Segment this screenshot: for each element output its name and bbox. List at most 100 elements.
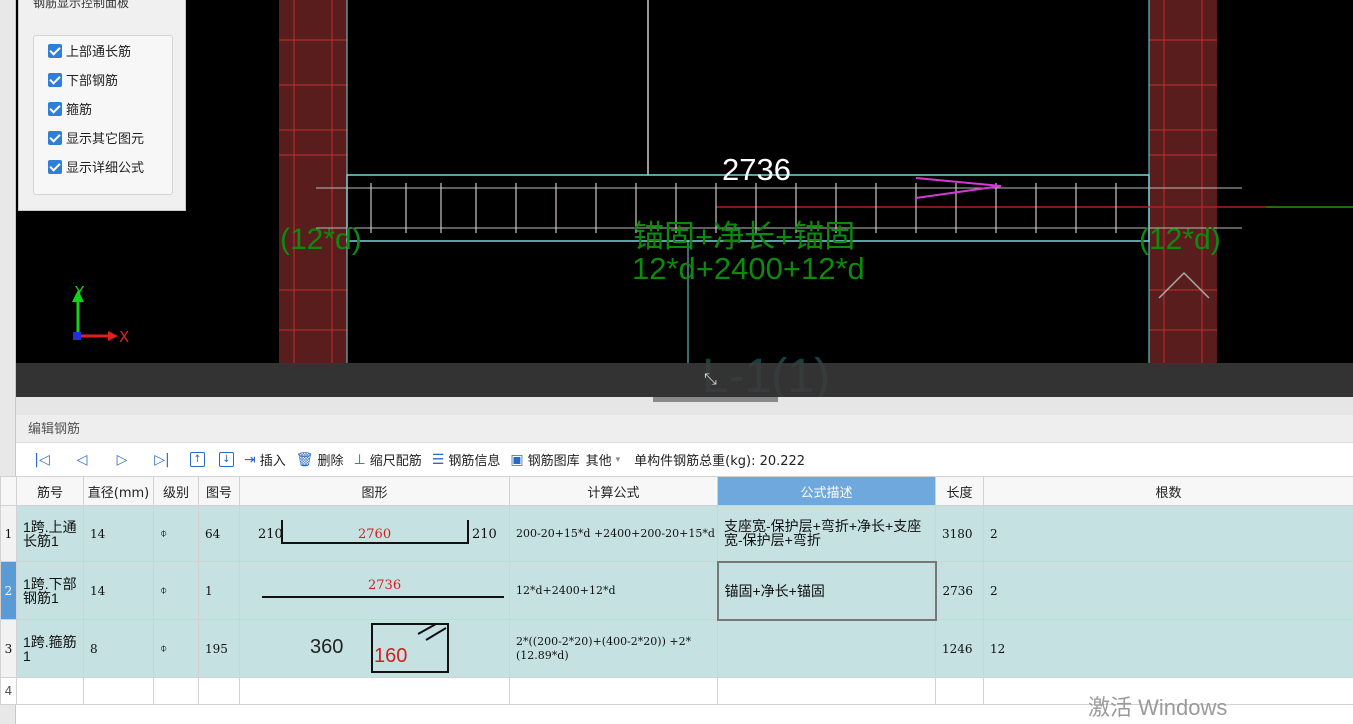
- collapse-icon[interactable]: ⤡: [704, 369, 717, 389]
- cad-drawing: Y X 2736 (12*d) (12*d) 锚固+净长+锚固 12*d+240…: [72, 0, 1353, 397]
- cell-diameter[interactable]: 8: [83, 619, 154, 678]
- first-record-icon[interactable]: |◁: [22, 452, 62, 468]
- cell-diameter[interactable]: 14: [83, 505, 154, 562]
- formula-desc-label: 锚固+净长+锚固: [633, 219, 855, 254]
- move-up-icon[interactable]: ↑: [190, 452, 205, 467]
- row-number[interactable]: 4: [0, 677, 17, 705]
- svg-text:160: 160: [374, 645, 407, 667]
- svg-text:360: 360: [310, 636, 343, 658]
- insert-button[interactable]: ⇥ 插入: [240, 450, 286, 470]
- cell-desc[interactable]: 支座宽-保护层+弯折+净长+支座宽-保护层+弯折: [717, 505, 936, 562]
- cell-figure[interactable]: 195: [198, 619, 240, 678]
- cell-count[interactable]: 12: [983, 619, 1353, 678]
- left-anchor-label: (12*d): [280, 223, 362, 256]
- col-grade[interactable]: 级别: [153, 476, 199, 506]
- svg-text:2760: 2760: [358, 527, 391, 542]
- trash-icon: 🗑: [295, 451, 314, 468]
- cell-shape[interactable]: 360 160: [239, 619, 510, 678]
- cell-desc[interactable]: [717, 619, 936, 678]
- svg-text:2736: 2736: [368, 578, 401, 593]
- shape-straight-bar: 2736: [262, 578, 504, 598]
- formula-label: 12*d+2400+12*d: [632, 251, 865, 286]
- cell-length[interactable]: 2736: [935, 561, 984, 620]
- table-row[interactable]: 2 1跨.下部钢筋1 14 ⌽ 1 2736 12*d+2400+12*d 锚固…: [0, 560, 1353, 621]
- splitter-grip[interactable]: [653, 397, 778, 402]
- cell-figure[interactable]: 1: [198, 561, 240, 620]
- axis-x-label: X: [119, 328, 129, 346]
- shape-stirrup: 360 160: [310, 623, 449, 673]
- editor-title: 编辑钢筋: [16, 415, 1353, 443]
- chevron-down-icon: ▾: [615, 454, 621, 465]
- move-down-icon[interactable]: ↓: [219, 452, 234, 467]
- option-bottom-bar[interactable]: 下部钢筋: [34, 65, 172, 94]
- cell-formula[interactable]: 2*((200-2*20)+(400-2*20)) +2*(12.89*d): [509, 619, 718, 678]
- cell-formula[interactable]: 12*d+2400+12*d: [509, 561, 718, 620]
- shape-u-bar: 210 2760 210: [258, 520, 497, 544]
- cell-grade[interactable]: ⌽: [153, 619, 199, 678]
- editor-toolbar: |◁ ◁ ▷ ▷| ↑ ↓ ⇥ 插入 🗑 删除 ⊥ 缩尺配筋 ☰ 钢筋信息 ▣ 钢筋图库 …: [16, 443, 1353, 476]
- col-number[interactable]: 筋号: [16, 476, 84, 506]
- table-row[interactable]: 3 1跨.箍筋1 8 ⌽ 195 360 160 2*((200-2*20)+(…: [0, 619, 1353, 678]
- table-header: 筋号 直径(mm) 级别 图号 图形 计算公式 公式描述 长度 根数: [0, 476, 1353, 506]
- row-number[interactable]: 1: [0, 505, 17, 562]
- cell-name[interactable]: 1跨.上通长筋1: [16, 505, 84, 562]
- splitter[interactable]: [16, 397, 1353, 415]
- cell-shape[interactable]: 2736: [239, 561, 510, 620]
- cell-shape[interactable]: 210 2760 210: [239, 505, 510, 562]
- col-diameter[interactable]: 直径(mm): [83, 476, 154, 506]
- axis-y-label: Y: [74, 283, 85, 301]
- display-control-panel: 钢筋显示控制面板 上部通长筋 下部钢筋 箍筋 显示其它图元 显示详细公式: [18, 0, 186, 211]
- cell-count[interactable]: 2: [983, 561, 1353, 620]
- col-figure[interactable]: 图号: [198, 476, 240, 506]
- cell-name[interactable]: 1跨.箍筋1: [16, 619, 84, 678]
- rebar-library-button[interactable]: ▣ 钢筋图库: [506, 450, 579, 470]
- cell-grade[interactable]: ⌽: [153, 561, 199, 620]
- cell-count[interactable]: 2: [983, 505, 1353, 562]
- delete-button[interactable]: 🗑 删除: [292, 450, 344, 470]
- option-top-bar[interactable]: 上部通长筋: [34, 36, 172, 65]
- table-row[interactable]: 1 1跨.上通长筋1 14 ⌽ 64 210 2760 210 200-20+1…: [0, 505, 1353, 562]
- cell-formula[interactable]: 200-20+15*d +2400+200-20+15*d: [509, 505, 718, 562]
- col-shape[interactable]: 图形: [239, 476, 510, 506]
- checkbox-icon[interactable]: [48, 43, 62, 58]
- col-formula[interactable]: 计算公式: [509, 476, 718, 506]
- option-show-other[interactable]: 显示其它图元: [34, 123, 172, 152]
- cad-status-bar: ⤡: [16, 363, 1353, 397]
- display-options: 上部通长筋 下部钢筋 箍筋 显示其它图元 显示详细公式: [33, 35, 173, 195]
- option-show-formula[interactable]: 显示详细公式: [34, 152, 172, 181]
- activation-watermark: 激活 Windows: [1088, 695, 1228, 720]
- cell-length[interactable]: 1246: [935, 619, 984, 678]
- rebar-table: 筋号 直径(mm) 级别 图号 图形 计算公式 公式描述 长度 根数 1 1跨.…: [0, 476, 1353, 705]
- dimension-value: 2736: [722, 152, 791, 187]
- row-number[interactable]: 3: [0, 619, 17, 678]
- cell-length[interactable]: 3180: [935, 505, 984, 562]
- row-number[interactable]: 2: [0, 561, 17, 620]
- col-count[interactable]: 根数: [983, 476, 1353, 506]
- last-record-icon[interactable]: ▷|: [142, 452, 182, 468]
- other-menu[interactable]: 其他 ▾: [586, 450, 621, 469]
- rebar-info-button[interactable]: ☰ 钢筋信息: [428, 450, 501, 470]
- prev-record-icon[interactable]: ◁: [62, 452, 102, 468]
- checkbox-icon[interactable]: [48, 101, 62, 116]
- checkbox-icon[interactable]: [48, 72, 62, 87]
- scale-rebar-button[interactable]: ⊥ 缩尺配筋: [350, 450, 422, 470]
- svg-text:210: 210: [258, 527, 283, 542]
- option-stirrup[interactable]: 箍筋: [34, 94, 172, 123]
- checkbox-icon[interactable]: [48, 159, 62, 174]
- info-list-icon: ☰: [431, 451, 445, 468]
- cell-diameter[interactable]: 14: [83, 561, 154, 620]
- library-icon: ▣: [510, 451, 524, 468]
- col-length[interactable]: 长度: [935, 476, 984, 506]
- checkbox-icon[interactable]: [48, 130, 62, 145]
- col-formula-desc[interactable]: 公式描述: [717, 476, 936, 506]
- cell-figure[interactable]: 64: [198, 505, 240, 562]
- insert-icon: ⇥: [244, 451, 256, 468]
- cad-viewport[interactable]: Y X 2736 (12*d) (12*d) 锚固+净长+锚固 12*d+240…: [16, 0, 1353, 397]
- next-record-icon[interactable]: ▷: [102, 452, 142, 468]
- total-weight-label: 单构件钢筋总重(kg): 20.222: [634, 454, 806, 469]
- cell-grade[interactable]: ⌽: [153, 505, 199, 562]
- ruler-icon: ⊥: [353, 451, 366, 468]
- svg-text:210: 210: [472, 527, 497, 542]
- cell-desc-editing[interactable]: 锚固+净长+锚固: [716, 560, 937, 621]
- cell-name[interactable]: 1跨.下部钢筋1: [16, 561, 84, 620]
